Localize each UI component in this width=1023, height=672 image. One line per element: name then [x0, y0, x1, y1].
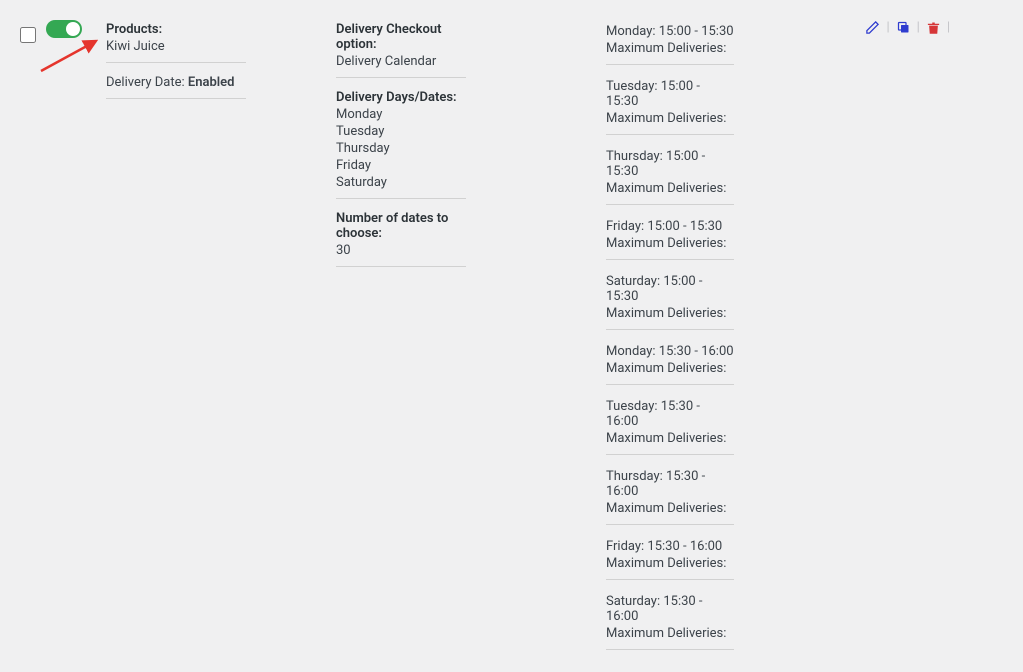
- slot-max: Maximum Deliveries:: [606, 501, 734, 516]
- trash-icon: [926, 20, 941, 35]
- num-dates-section: Number of dates to choose: 30: [336, 205, 466, 267]
- time-slot: Monday: 15:00 - 15:30 Maximum Deliveries…: [606, 16, 734, 65]
- settings-row: Products: Kiwi Juice Delivery Date: Enab…: [16, 16, 1007, 656]
- enable-toggle[interactable]: [46, 20, 82, 38]
- separator: |: [947, 20, 950, 35]
- delivery-day: Monday: [336, 107, 466, 122]
- delivery-day: Tuesday: [336, 124, 466, 139]
- row-toggle-cell: [46, 16, 106, 38]
- annotation-arrow-icon: [36, 36, 106, 76]
- pencil-icon: [865, 20, 880, 35]
- time-slot: Thursday: 15:00 - 15:30 Maximum Deliveri…: [606, 141, 734, 205]
- actions-column: | | |: [836, 16, 966, 35]
- time-slot: Monday: 15:30 - 16:00 Maximum Deliveries…: [606, 336, 734, 385]
- slot-time: Thursday: 15:30 - 16:00: [606, 469, 734, 499]
- slot-max: Maximum Deliveries:: [606, 111, 734, 126]
- slot-time: Monday: 15:30 - 16:00: [606, 344, 734, 359]
- delivery-day: Friday: [336, 158, 466, 173]
- delivery-date-value: Enabled: [188, 75, 235, 90]
- products-column: Products: Kiwi Juice Delivery Date: Enab…: [106, 16, 336, 105]
- slot-max: Maximum Deliveries:: [606, 236, 734, 251]
- delivery-days-label: Delivery Days/Dates:: [336, 90, 466, 105]
- time-slot: Thursday: 15:30 - 16:00 Maximum Deliveri…: [606, 461, 734, 525]
- delivery-day: Saturday: [336, 175, 466, 190]
- checkout-option-label: Delivery Checkout option:: [336, 22, 466, 52]
- slot-max: Maximum Deliveries:: [606, 556, 734, 571]
- slot-max: Maximum Deliveries:: [606, 181, 734, 196]
- num-dates-label: Number of dates to choose:: [336, 211, 466, 241]
- delete-button[interactable]: [926, 20, 941, 35]
- time-slot: Tuesday: 15:30 - 16:00 Maximum Deliverie…: [606, 391, 734, 455]
- products-label: Products:: [106, 22, 246, 37]
- checkout-option-value: Delivery Calendar: [336, 54, 466, 69]
- separator: |: [917, 20, 920, 35]
- delivery-date-section: Delivery Date: Enabled: [106, 69, 246, 99]
- num-dates-value: 30: [336, 243, 466, 258]
- row-checkbox[interactable]: [20, 27, 36, 43]
- delivery-column: Delivery Checkout option: Delivery Calen…: [336, 16, 606, 273]
- delivery-date-label: Delivery Date:: [106, 75, 185, 90]
- time-slot: Friday: 15:00 - 15:30 Maximum Deliveries…: [606, 211, 734, 260]
- slots-column: Monday: 15:00 - 15:30 Maximum Deliveries…: [606, 16, 836, 656]
- time-slot: Saturday: 15:30 - 16:00 Maximum Deliveri…: [606, 586, 734, 650]
- slot-time: Monday: 15:00 - 15:30: [606, 24, 734, 39]
- row-select-cell: [16, 16, 46, 47]
- slot-max: Maximum Deliveries:: [606, 306, 734, 321]
- slot-max: Maximum Deliveries:: [606, 431, 734, 446]
- slot-time: Saturday: 15:30 - 16:00: [606, 594, 734, 624]
- time-slot: Friday: 15:30 - 16:00 Maximum Deliveries…: [606, 531, 734, 580]
- duplicate-button[interactable]: [896, 20, 911, 35]
- products-section: Products: Kiwi Juice: [106, 16, 246, 63]
- slot-time: Tuesday: 15:30 - 16:00: [606, 399, 734, 429]
- slot-max: Maximum Deliveries:: [606, 361, 734, 376]
- slot-time: Thursday: 15:00 - 15:30: [606, 149, 734, 179]
- separator: |: [886, 20, 889, 35]
- slot-time: Tuesday: 15:00 - 15:30: [606, 79, 734, 109]
- delivery-days-section: Delivery Days/Dates: Monday Tuesday Thur…: [336, 84, 466, 199]
- checkout-option-section: Delivery Checkout option: Delivery Calen…: [336, 16, 466, 78]
- slot-time: Friday: 15:00 - 15:30: [606, 219, 734, 234]
- copy-icon: [896, 20, 911, 35]
- time-slot: Tuesday: 15:00 - 15:30 Maximum Deliverie…: [606, 71, 734, 135]
- products-value: Kiwi Juice: [106, 39, 246, 54]
- slot-max: Maximum Deliveries:: [606, 41, 734, 56]
- slot-max: Maximum Deliveries:: [606, 626, 734, 641]
- edit-button[interactable]: [865, 20, 880, 35]
- slot-time: Saturday: 15:00 - 15:30: [606, 274, 734, 304]
- slot-time: Friday: 15:30 - 16:00: [606, 539, 734, 554]
- time-slot: Saturday: 15:00 - 15:30 Maximum Deliveri…: [606, 266, 734, 330]
- delivery-day: Thursday: [336, 141, 466, 156]
